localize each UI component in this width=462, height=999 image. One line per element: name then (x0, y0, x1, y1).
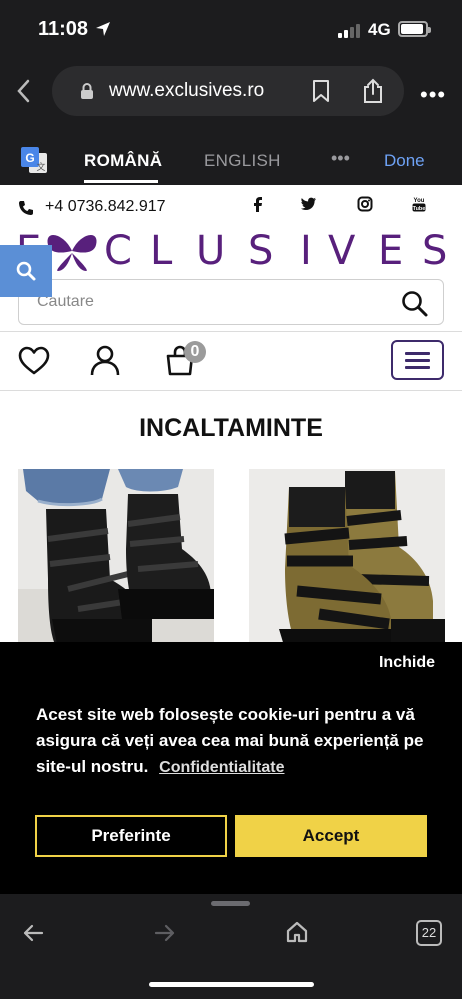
active-tab-indicator (84, 180, 158, 183)
home-indicator (149, 982, 314, 987)
divider (0, 390, 462, 391)
user-icon[interactable] (90, 344, 120, 376)
bookmark-icon[interactable] (312, 80, 330, 102)
svg-text:G: G (25, 151, 34, 165)
logo-letter: C (104, 228, 132, 274)
network-type: 4G (368, 20, 391, 39)
address-bar[interactable]: www.exclusives.ro (52, 66, 404, 116)
logo-letter: U (196, 228, 226, 274)
cart-count-badge: 0 (184, 341, 206, 363)
instagram-icon[interactable] (357, 195, 373, 213)
tab-language-english[interactable]: ENGLISH (204, 151, 281, 171)
cookie-message: Acest site web folosește cookie-uri pent… (36, 702, 436, 781)
heart-icon[interactable] (18, 346, 50, 376)
lock-icon (81, 83, 93, 99)
address-bar-row: www.exclusives.ro ••• (0, 64, 462, 118)
google-translate-icon: G 文 (21, 147, 47, 173)
browser-toolbar: 22 (0, 894, 462, 999)
status-bar: 11:08 4G (0, 0, 462, 56)
translate-more-button[interactable]: ••• (331, 148, 350, 169)
location-arrow-icon (96, 22, 110, 36)
site-contact-bar: +4 0736.842.917 You Tube (0, 185, 462, 231)
toolbar-grabber[interactable] (211, 901, 250, 906)
product-card[interactable] (18, 469, 214, 649)
phone-number[interactable]: +4 0736.842.917 (45, 198, 166, 216)
youtube-icon[interactable]: You Tube (411, 195, 427, 213)
status-time: 11:08 (38, 18, 89, 40)
product-image (249, 469, 445, 649)
more-options-button[interactable]: ••• (420, 82, 446, 108)
logo-letter: L (150, 228, 173, 274)
search-input[interactable]: Cautare (18, 279, 444, 325)
back-arrow-icon[interactable] (22, 922, 44, 944)
page-title: INCALTAMINTE (139, 414, 323, 442)
cookie-consent-banner: Inchide Acest site web folosește cookie-… (0, 642, 462, 894)
browser-chrome-top: 11:08 4G www.exclusives.ro ••• G 文 ROMÂN… (0, 0, 462, 185)
translate-bar: G 文 ROMÂNĂ ENGLISH ••• Done (0, 136, 462, 184)
logo-letter: S (248, 228, 274, 274)
battery-icon (398, 21, 431, 37)
logo-letter: V (328, 228, 356, 274)
share-icon[interactable] (362, 78, 384, 104)
accept-button[interactable]: Accept (235, 815, 427, 857)
product-image (18, 469, 214, 649)
floating-search-button[interactable] (0, 245, 52, 297)
url-text: www.exclusives.ro (109, 80, 265, 101)
site-action-bar: 0 (0, 332, 462, 390)
logo-letter: I (300, 228, 312, 274)
cookie-close-button[interactable]: Inchide (379, 654, 435, 672)
svg-text:You: You (414, 198, 425, 204)
search-icon[interactable] (401, 290, 429, 318)
translate-done-button[interactable]: Done (384, 151, 425, 171)
home-icon[interactable] (285, 920, 309, 944)
preferences-button[interactable]: Preferinte (35, 815, 227, 857)
privacy-link[interactable]: Confidentialitate (159, 759, 284, 776)
hamburger-menu-button[interactable] (391, 340, 444, 380)
tab-language-romanian[interactable]: ROMÂNĂ (84, 151, 162, 171)
site-logo[interactable]: E C L U S I V E S (0, 228, 462, 274)
phone-icon (19, 201, 33, 215)
forward-arrow-icon[interactable] (154, 922, 176, 944)
facebook-icon[interactable] (250, 195, 266, 213)
chevron-left-icon[interactable] (14, 78, 34, 104)
logo-letter: S (422, 228, 448, 274)
signal-strength-icon (338, 24, 362, 38)
twitter-icon[interactable] (301, 195, 317, 213)
search-icon (16, 261, 36, 281)
product-card[interactable] (249, 469, 445, 649)
svg-text:文: 文 (36, 161, 45, 172)
tabs-button[interactable]: 22 (416, 920, 442, 946)
svg-text:Tube: Tube (413, 206, 426, 212)
logo-letter: E (378, 228, 404, 274)
